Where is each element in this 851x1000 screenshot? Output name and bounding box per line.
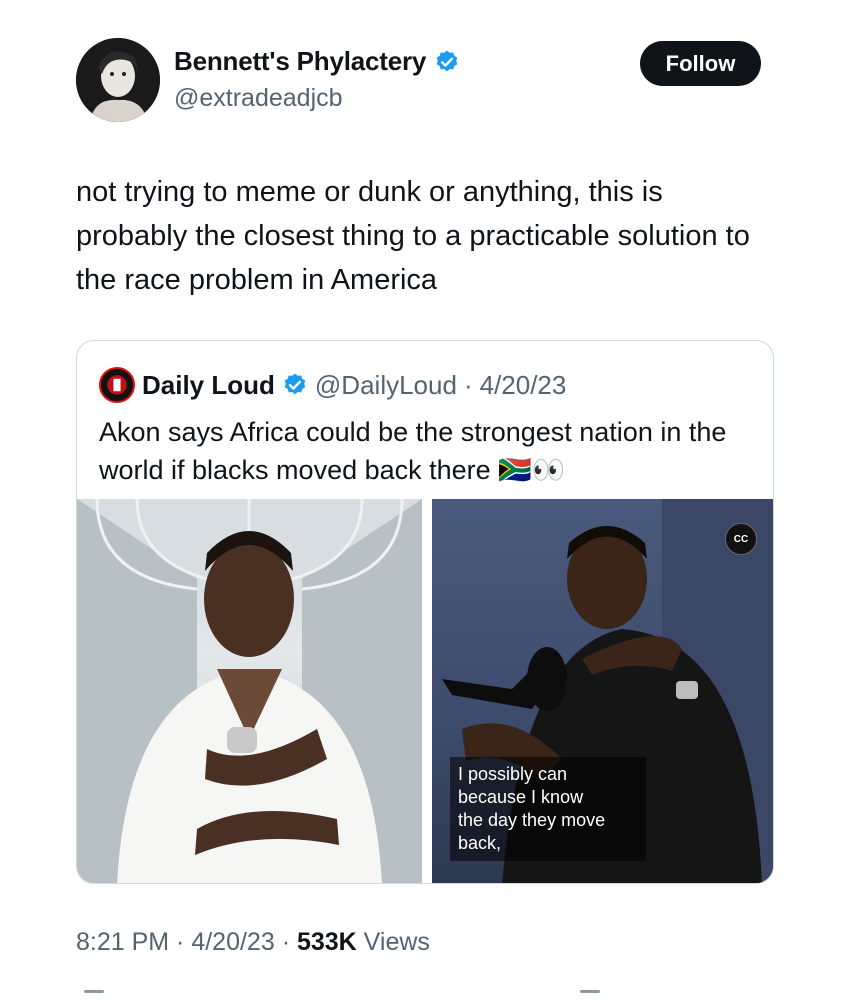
quote-author-name[interactable]: Daily Loud: [142, 370, 275, 401]
views-count: 533K: [296, 928, 357, 956]
views-label: Views: [356, 928, 430, 956]
quote-text: Akon says Africa could be the strongest …: [99, 417, 727, 485]
action-bar-fragment: [580, 990, 600, 993]
portrait-avatar-icon: [76, 38, 160, 122]
meta-separator: ·: [274, 928, 297, 956]
portrait-photo-illustration: [77, 499, 422, 883]
quote-date[interactable]: 4/20/23: [480, 370, 567, 401]
podcast-video-still[interactable]: CC I possibly can because I know the day…: [432, 499, 773, 883]
video-caption: I possibly can because I know the day th…: [450, 757, 646, 861]
action-bar-fragment: [84, 990, 104, 993]
tweet-time[interactable]: 8:21 PM: [76, 928, 169, 956]
closed-captions-icon[interactable]: CC: [725, 523, 757, 555]
quote-separator: ·: [463, 369, 473, 400]
tweet-date[interactable]: 4/20/23: [191, 928, 274, 956]
quote-media[interactable]: CC I possibly can because I know the day…: [77, 499, 773, 883]
akon-portrait-photo[interactable]: [77, 499, 422, 883]
daily-loud-avatar-icon[interactable]: [99, 367, 135, 403]
author-name[interactable]: Bennett's Phylactery: [174, 46, 426, 77]
author-name-row: Bennett's Phylactery: [174, 46, 460, 77]
author-avatar[interactable]: [76, 38, 160, 122]
quote-author-handle[interactable]: @DailyLoud: [315, 370, 457, 401]
follow-button[interactable]: Follow: [640, 41, 761, 86]
quote-verified-badge-icon: [284, 373, 306, 395]
quote-header: Daily Loud @DailyLoud · 4/20/23: [99, 367, 566, 403]
tweet-meta: 8:21 PM · 4/20/23 · 533K Views: [76, 928, 430, 957]
author-handle[interactable]: @extradeadjcb: [174, 84, 343, 113]
tweet-text: not trying to meme or dunk or anything, …: [76, 176, 750, 296]
verified-badge-icon: [436, 50, 458, 71]
quoted-tweet-card[interactable]: Daily Loud @DailyLoud · 4/20/23 Akon say…: [76, 340, 774, 884]
meta-separator: ·: [169, 928, 192, 956]
